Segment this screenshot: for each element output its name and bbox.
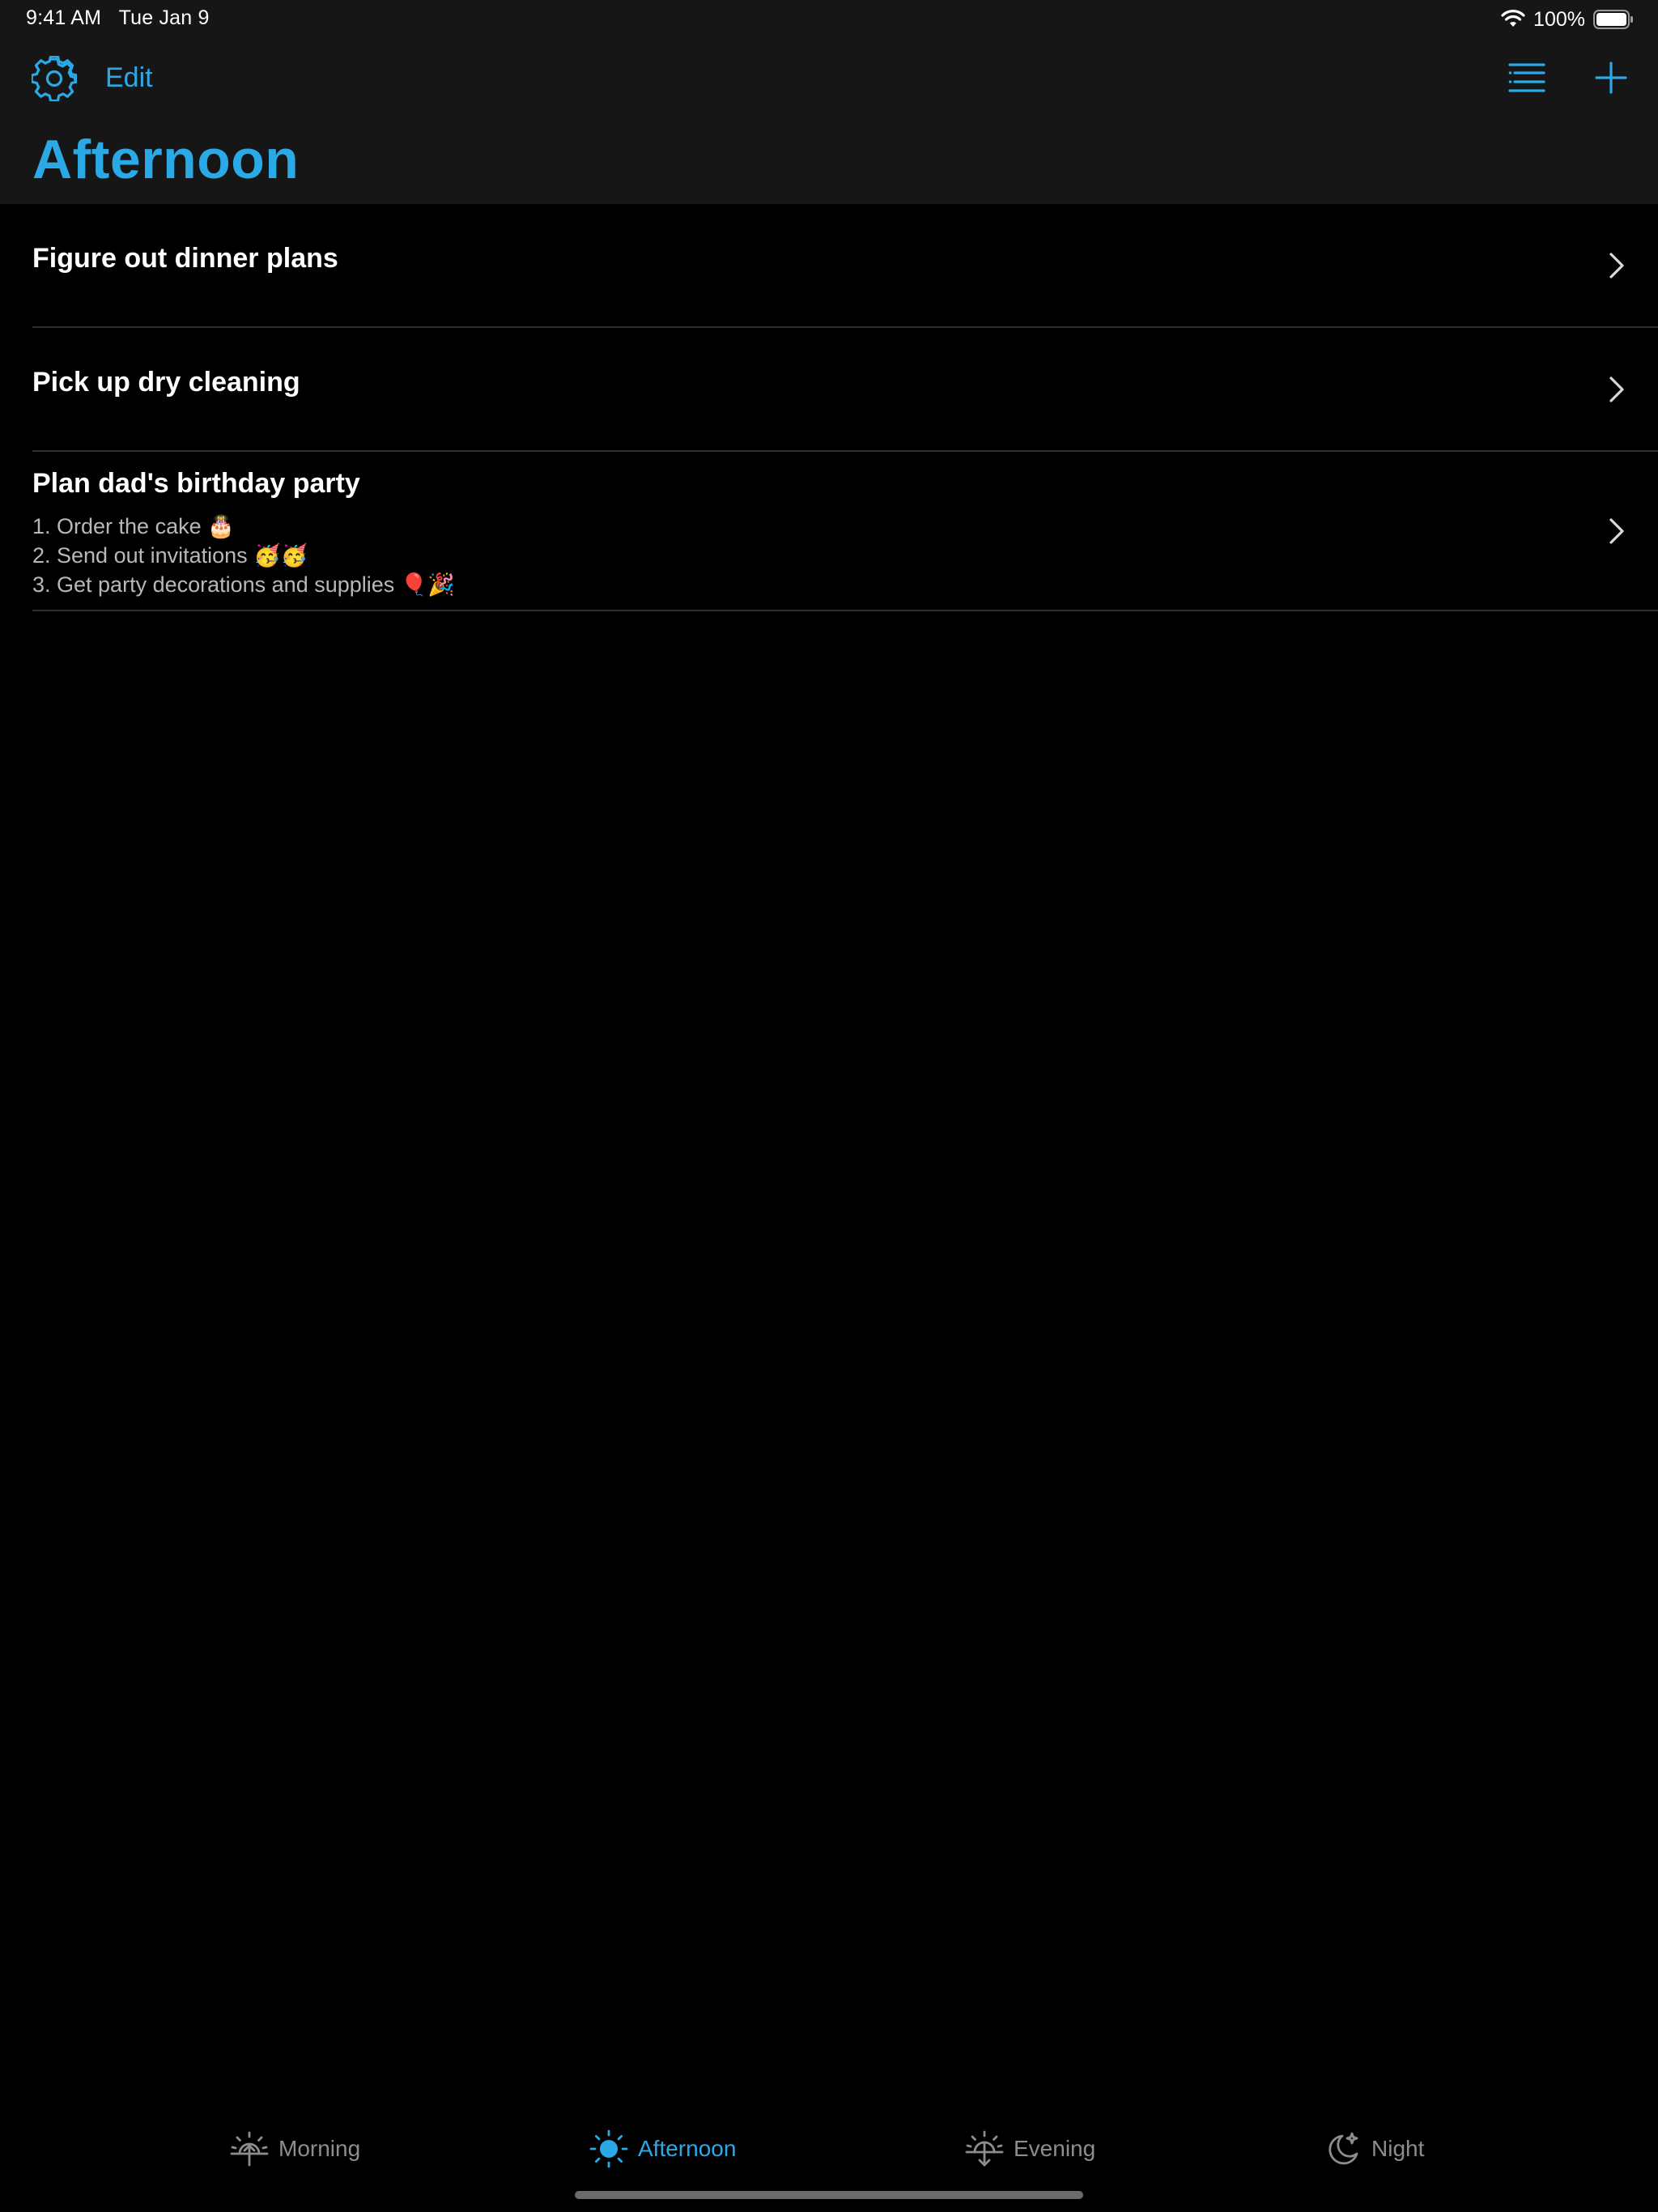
plus-icon <box>1595 62 1627 94</box>
sun-icon <box>589 2129 628 2168</box>
note-line: 1. Order the cake 🎂 <box>32 514 235 538</box>
add-button[interactable] <box>1587 53 1635 102</box>
tab-evening[interactable]: Evening <box>965 2128 1095 2170</box>
list-item[interactable]: Figure out dinner plans <box>0 204 1658 328</box>
status-time-text: 9:41 AM <box>26 6 102 29</box>
list-item-notes: 1. Order the cake 🎂 2. Send out invitati… <box>32 512 455 599</box>
tab-night[interactable]: Night <box>1326 2128 1424 2170</box>
tab-label: Afternoon <box>638 2136 737 2161</box>
wifi-icon <box>1501 10 1525 27</box>
list-item-title: Plan dad's birthday party <box>32 468 360 499</box>
list-options-button[interactable] <box>1503 57 1551 99</box>
tab-label: Night <box>1371 2136 1425 2161</box>
tab-morning[interactable]: Morning <box>230 2128 360 2170</box>
note-line: 3. Get party decorations and supplies 🎈🎉 <box>32 572 456 597</box>
status-bar: 9:41 AM Tue Jan 9 100% <box>0 0 1658 39</box>
status-date-text: Tue Jan 9 <box>118 6 210 29</box>
chevron-right-icon <box>1609 376 1624 402</box>
tab-bar: Morning Afternoon Evening Night <box>0 2120 1658 2176</box>
tab-label: Evening <box>1014 2136 1096 2161</box>
battery-percent: 100% <box>1533 7 1585 31</box>
list-icon <box>1508 63 1545 92</box>
task-list: Figure out dinner plans Pick up dry clea… <box>0 204 1658 611</box>
edit-button[interactable]: Edit <box>105 62 153 94</box>
navigation-bar: Edit Afternoon <box>0 39 1658 204</box>
tab-afternoon[interactable]: Afternoon <box>589 2128 736 2170</box>
moon-stars-icon <box>1329 2132 1358 2165</box>
note-line: 2. Send out invitations 🥳🥳 <box>32 543 308 568</box>
list-item-title: Pick up dry cleaning <box>32 367 300 398</box>
gear-icon <box>32 56 77 101</box>
chevron-right-icon <box>1609 253 1624 279</box>
home-indicator[interactable] <box>575 2191 1083 2199</box>
chevron-right-icon <box>1609 518 1624 544</box>
tab-label: Morning <box>278 2136 361 2161</box>
page-title: Afternoon <box>32 129 300 190</box>
status-time: 9:41 AM Tue Jan 9 <box>26 6 210 30</box>
sunset-icon <box>965 2130 1004 2167</box>
list-item-title: Figure out dinner plans <box>32 243 338 274</box>
settings-button[interactable] <box>29 53 79 104</box>
list-item[interactable]: Pick up dry cleaning <box>0 328 1658 452</box>
sunrise-icon <box>230 2131 269 2167</box>
row-divider <box>32 610 1658 611</box>
list-item[interactable]: Plan dad's birthday party 1. Order the c… <box>0 452 1658 611</box>
battery-icon <box>1593 10 1633 29</box>
status-indicators: 100% <box>1501 6 1634 32</box>
